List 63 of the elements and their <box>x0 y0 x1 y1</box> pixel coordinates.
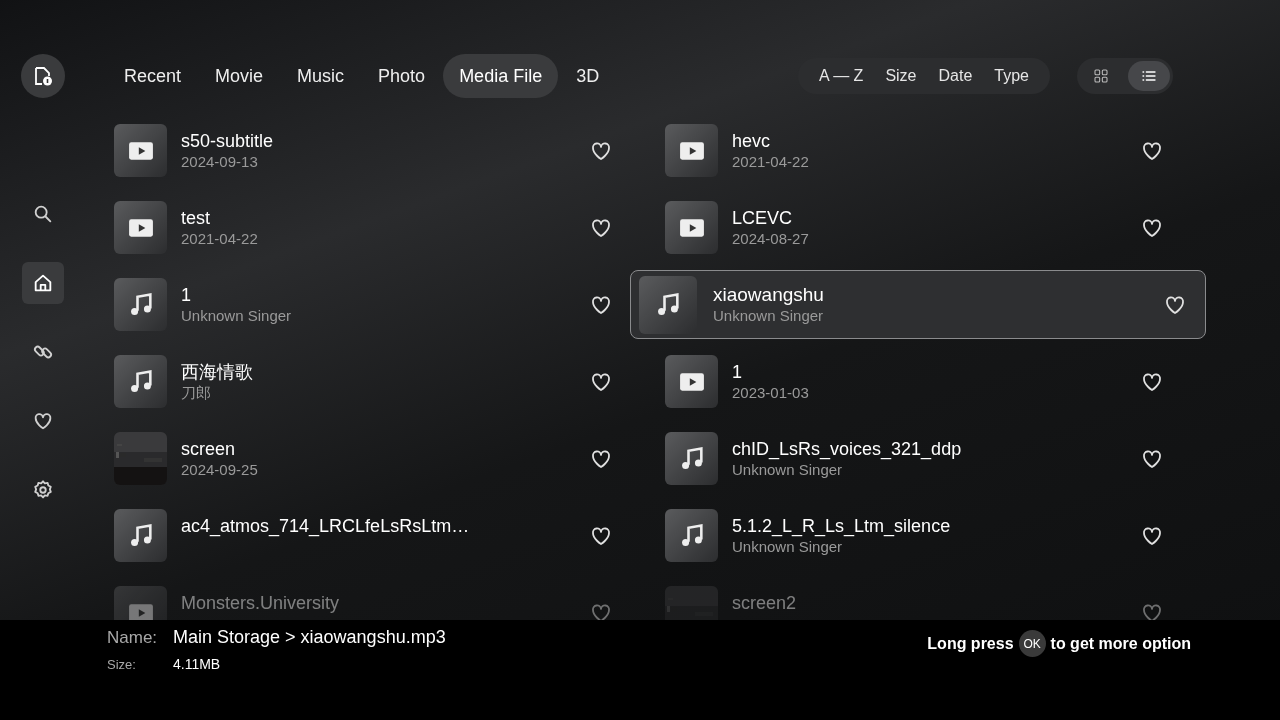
tab[interactable]: Movie <box>199 54 280 98</box>
file-detail: 2024-09-13 <box>181 151 259 172</box>
file-list-item[interactable]: screen 2024-09-25 <box>114 432 615 485</box>
search-icon <box>32 203 54 225</box>
file-name: chID_LsRs_voices_321_ddp <box>732 437 963 460</box>
hint-text: to get more option <box>1050 633 1191 654</box>
file-size: 4.11MB <box>173 655 221 674</box>
file-detail: Unknown Singer <box>732 537 844 557</box>
file-name: xiaowangshu <box>713 283 825 306</box>
file-detail: Unknown Singer <box>181 305 293 326</box>
file-detail: 2021-04-22 <box>732 151 810 172</box>
file-name: screen <box>181 437 237 460</box>
file-list-item[interactable]: s50-subtitle 2024-09-13 <box>114 124 615 177</box>
file-list-item[interactable]: chID_LsRs_voices_321_ddp Unknown Singer <box>665 432 1166 485</box>
file-list-item[interactable]: ac4_atmos_714_LRCLfeLsRsLtm… <box>114 509 615 562</box>
sidebar-button[interactable] <box>22 262 64 304</box>
file-name: 1 <box>181 283 192 306</box>
size-label: Size: <box>107 656 137 674</box>
settings-icon <box>32 479 54 501</box>
file-detail: 刀郎 <box>181 382 212 403</box>
file-list-item[interactable]: LCEVC 2024-08-27 <box>665 201 1166 254</box>
name-label: Name: <box>107 627 159 649</box>
profile-button[interactable] <box>21 54 65 98</box>
tab[interactable]: 3D <box>560 54 616 98</box>
selected-file-card[interactable]: xiaowangshu Unknown Singer <box>630 270 1206 339</box>
tab[interactable]: Music <box>281 54 361 98</box>
file-name: s50-subtitle <box>181 129 275 152</box>
file-detail: 2021-04-22 <box>181 228 259 249</box>
file-detail: 2023-01-03 <box>732 382 810 403</box>
file-name: LCEVC <box>732 206 794 229</box>
sort-option[interactable]: A — Z <box>808 64 874 88</box>
tab[interactable]: Recent <box>108 54 198 98</box>
sort-option[interactable]: Type <box>984 64 1039 88</box>
home-icon <box>32 272 54 294</box>
file-name: screen2 <box>732 592 798 614</box>
file-list-item[interactable]: 1 Unknown Singer <box>114 278 615 331</box>
file-name: 1 <box>732 360 743 383</box>
file-detail: Unknown Singer <box>732 460 844 480</box>
hint-text: Long press <box>927 633 1014 654</box>
file-icon <box>32 65 54 87</box>
file-list-item[interactable]: 5.1.2_L_R_Ls_Ltm_silence Unknown Singer <box>665 509 1166 562</box>
sort-option[interactable]: Size <box>875 64 927 88</box>
grid-view-icon <box>1093 68 1109 84</box>
file-detail: 2024-09-25 <box>181 459 259 480</box>
file-name: test <box>181 206 211 229</box>
sort-option[interactable]: Date <box>928 64 983 88</box>
tab[interactable]: Media File <box>443 54 559 98</box>
file-list-item[interactable]: hevc 2021-04-22 <box>665 124 1166 177</box>
file-name: 西海情歌 <box>181 360 254 383</box>
file-list-item[interactable]: 1 2023-01-03 <box>665 355 1166 408</box>
file-detail: Unknown Singer <box>713 305 825 326</box>
heart-icon <box>32 410 54 432</box>
file-path: Main Storage > xiaowangshu.mp3 <box>173 626 446 649</box>
file-list-item[interactable]: 西海情歌 刀郎 <box>114 355 615 408</box>
file-name: ac4_atmos_714_LRCLfeLsRsLtm… <box>181 515 471 537</box>
file-name: 5.1.2_L_R_Ls_Ltm_silence <box>732 514 952 537</box>
tab[interactable]: Photo <box>362 54 442 98</box>
file-name: hevc <box>732 129 772 152</box>
list-view-icon <box>1141 68 1157 84</box>
file-name: Monsters.University <box>181 592 341 614</box>
file-list-item[interactable]: test 2021-04-22 <box>114 201 615 254</box>
file-detail: 2024-08-27 <box>732 228 810 249</box>
view-mode-button[interactable] <box>1128 61 1170 91</box>
